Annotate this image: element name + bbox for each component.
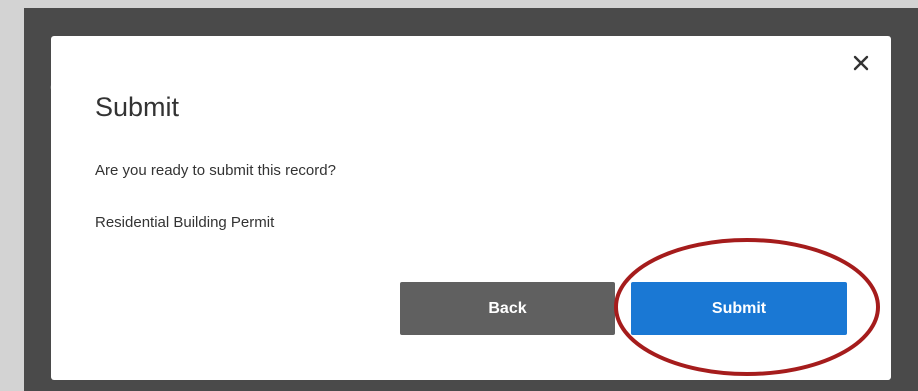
record-name: Residential Building Permit xyxy=(95,214,275,231)
close-icon xyxy=(853,55,869,71)
back-button[interactable]: Back xyxy=(400,282,615,335)
submit-button[interactable]: Submit xyxy=(631,282,847,335)
screenshot-frame: on it Submit Are you ready to submit thi… xyxy=(0,0,918,391)
dialog-title: Submit xyxy=(95,92,180,122)
submit-dialog: Submit Are you ready to submit this reco… xyxy=(51,36,891,380)
dialog-question: Are you ready to submit this record? xyxy=(95,162,336,179)
close-button[interactable] xyxy=(846,48,876,78)
